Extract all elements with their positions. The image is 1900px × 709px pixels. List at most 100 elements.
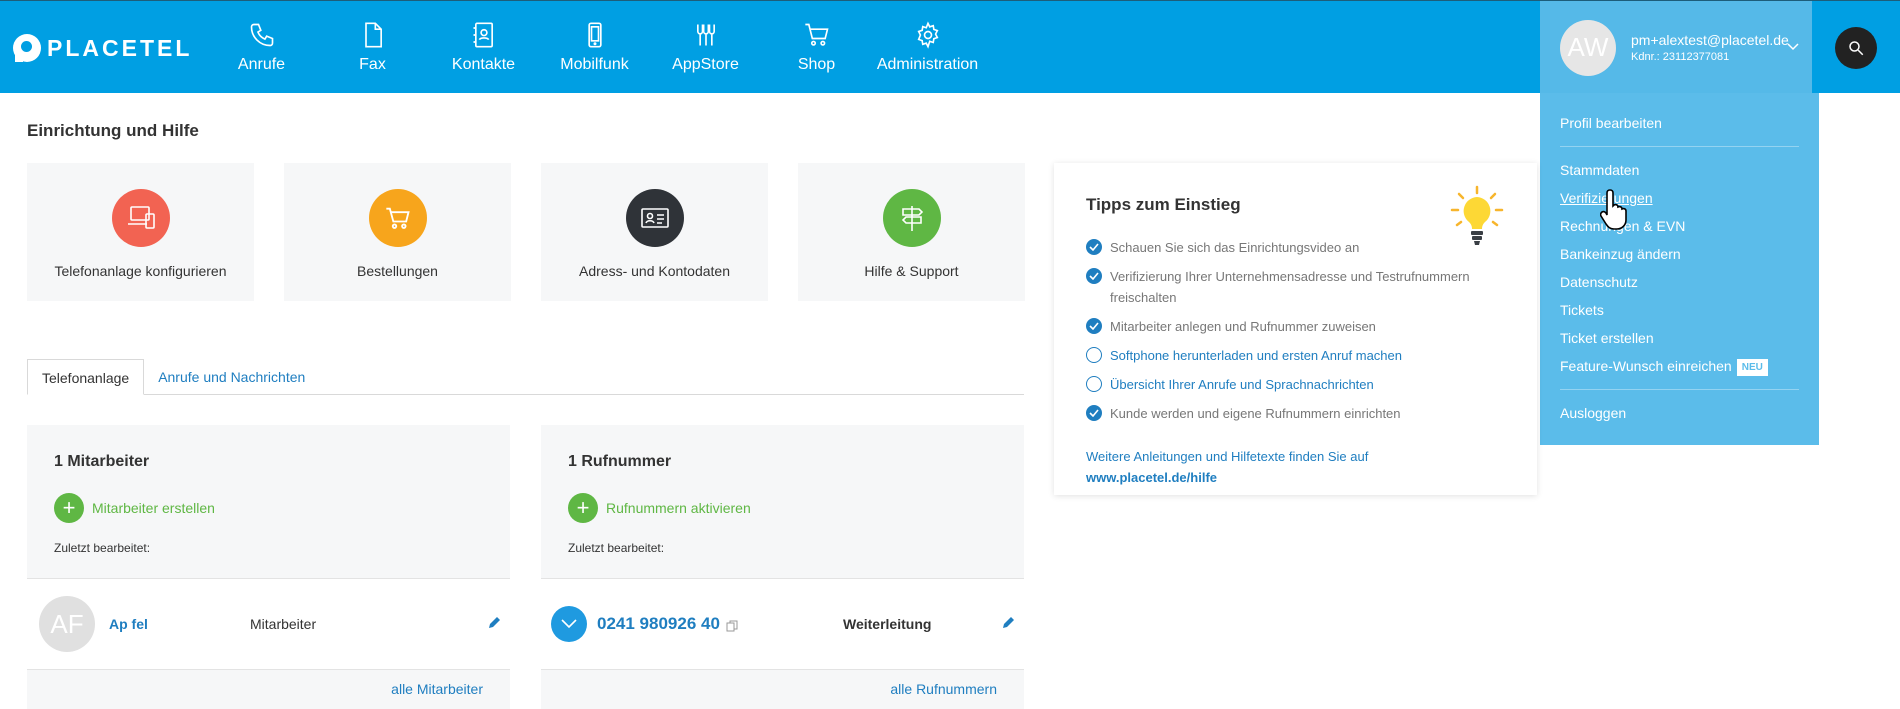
card-telefonanlage-konfigurieren[interactable]: Telefonanlage konfigurieren — [27, 163, 254, 301]
tips-panel: Tipps zum Einstieg Schauen Sie sich das … — [1054, 163, 1537, 495]
tips-footer: Weitere Anleitungen und Hilfetexte finde… — [1086, 446, 1505, 488]
menu-item-rechnungen[interactable]: Rechnungen & EVN — [1560, 212, 1799, 240]
nav-item-fax[interactable]: Fax — [317, 1, 428, 94]
gear-icon — [917, 21, 938, 49]
nav-label: Fax — [359, 56, 386, 73]
card-label: Hilfe & Support — [864, 263, 959, 279]
menu-item-bankeinzug[interactable]: Bankeinzug ändern — [1560, 240, 1799, 268]
logo-text: PLACETEL — [47, 34, 193, 61]
recently-edited-label: Zuletzt bearbeitet: — [54, 541, 151, 555]
tips-title: Tipps zum Einstieg — [1086, 195, 1241, 214]
card-adress-kontodaten[interactable]: Adress- und Kontodaten — [541, 163, 768, 301]
employees-panel: 1 Mitarbeiter + Mitarbeiter erstellen Zu… — [27, 425, 510, 709]
pencil-icon[interactable] — [1000, 615, 1016, 631]
tip-item: Schauen Sie sich das Einrichtungsvideo a… — [1086, 237, 1505, 258]
logo-mark-icon — [13, 34, 41, 62]
check-circle-icon — [1086, 405, 1102, 421]
setup-cards: Telefonanlage konfigurieren Bestellungen… — [27, 163, 1025, 301]
forwarding-icon — [551, 606, 587, 642]
user-dropdown-menu: Profil bearbeiten Stammdaten Verifizieru… — [1540, 93, 1819, 445]
tab-anrufe-nachrichten[interactable]: Anrufe und Nachrichten — [144, 359, 319, 395]
tip-item-link[interactable]: Softphone herunterladen und ersten Anruf… — [1086, 345, 1505, 366]
cart-icon — [368, 189, 427, 247]
nav-item-appstore[interactable]: AppStore — [650, 1, 761, 94]
nav-label: AppStore — [672, 56, 739, 73]
activate-numbers-label: Rufnummern aktivieren — [606, 500, 751, 516]
menu-item-profil-bearbeiten[interactable]: Profil bearbeiten — [1560, 109, 1799, 137]
number-row: 0241 980926 40 Weiterleitung — [541, 578, 1024, 670]
search-icon — [1849, 41, 1864, 56]
check-circle-icon — [1086, 268, 1102, 284]
placetel-logo[interactable]: PLACETEL — [13, 34, 192, 62]
numbers-count-title: 1 Rufnummer — [568, 453, 672, 470]
menu-item-tickets[interactable]: Tickets — [1560, 296, 1799, 324]
nav-item-anrufe[interactable]: Anrufe — [206, 1, 317, 94]
menu-item-stammdaten[interactable]: Stammdaten — [1560, 156, 1799, 184]
lightbulb-icon — [1450, 185, 1504, 245]
nav-item-kontakte[interactable]: Kontakte — [428, 1, 539, 94]
plus-icon: + — [568, 493, 598, 523]
tab-telefonanlage[interactable]: Telefonanlage — [27, 359, 145, 395]
menu-item-ausloggen[interactable]: Ausloggen — [1560, 399, 1799, 427]
user-menu-toggle[interactable]: AW pm+alextest@placetel.de Kdnr.: 231123… — [1540, 1, 1812, 94]
employee-role: Mitarbeiter — [250, 616, 317, 632]
all-employees-link[interactable]: alle Mitarbeiter — [391, 681, 483, 697]
card-label: Bestellungen — [357, 263, 438, 279]
employee-avatar: AF — [39, 596, 95, 652]
tip-text: Übersicht Ihrer Anrufe und Sprachnachric… — [1110, 377, 1374, 392]
copy-icon[interactable] — [726, 620, 738, 632]
card-label: Telefonanlage konfigurieren — [54, 263, 227, 279]
setup-section-title: Einrichtung und Hilfe — [27, 121, 199, 140]
card-hilfe-support[interactable]: Hilfe & Support — [798, 163, 1025, 301]
empty-circle-icon — [1086, 347, 1102, 363]
number-type: Weiterleitung — [843, 616, 932, 632]
tip-text: Kunde werden und eigene Rufnummern einri… — [1110, 406, 1401, 421]
nav-label: Shop — [797, 56, 836, 73]
tip-text: Verifizierung Ihrer Unternehmensadresse … — [1110, 269, 1470, 305]
appstore-icon — [696, 24, 715, 46]
check-circle-icon — [1086, 239, 1102, 255]
tip-text: Softphone herunterladen und ersten Anruf… — [1110, 348, 1402, 363]
tip-item-link[interactable]: Übersicht Ihrer Anrufe und Sprachnachric… — [1086, 374, 1505, 395]
main-nav: Anrufe Fax Kontakte Mobilfunk AppStore S… — [206, 1, 983, 94]
mobile-icon — [587, 22, 602, 48]
menu-divider — [1560, 389, 1799, 390]
nav-item-shop[interactable]: Shop — [761, 1, 872, 94]
hand-cursor-icon — [1600, 189, 1627, 230]
nav-label: Mobilfunk — [560, 56, 629, 73]
nav-item-mobilfunk[interactable]: Mobilfunk — [539, 1, 650, 94]
menu-item-verifizierungen[interactable]: Verifizierungen — [1560, 184, 1799, 212]
nav-item-administration[interactable]: Administration — [872, 1, 983, 94]
plus-icon: + — [54, 493, 84, 523]
create-employee-label: Mitarbeiter erstellen — [92, 500, 215, 516]
tip-text: Schauen Sie sich das Einrichtungsvideo a… — [1110, 240, 1360, 255]
nav-label: Kontakte — [451, 56, 516, 73]
employee-row: AF Ap fel Mitarbeiter — [27, 578, 510, 670]
menu-item-label: Feature-Wunsch einreichen — [1560, 358, 1732, 374]
check-circle-icon — [1086, 318, 1102, 334]
all-numbers-link[interactable]: alle Rufnummern — [890, 681, 997, 697]
employees-count-title: 1 Mitarbeiter — [54, 453, 150, 470]
create-employee-button[interactable]: + Mitarbeiter erstellen — [54, 493, 483, 523]
signpost-icon — [882, 189, 941, 247]
id-card-icon — [625, 189, 684, 247]
activate-numbers-button[interactable]: + Rufnummern aktivieren — [568, 493, 997, 523]
menu-item-feature-wunsch[interactable]: Feature-Wunsch einreichen NEU — [1560, 352, 1799, 380]
pencil-icon[interactable] — [486, 615, 502, 631]
menu-item-datenschutz[interactable]: Datenschutz — [1560, 268, 1799, 296]
menu-item-ticket-erstellen[interactable]: Ticket erstellen — [1560, 324, 1799, 352]
search-button[interactable] — [1835, 27, 1877, 69]
new-badge: NEU — [1736, 358, 1768, 376]
tabs-bar: Telefonanlage Anrufe und Nachrichten — [27, 359, 1024, 395]
fax-icon — [364, 22, 382, 48]
employee-name-link[interactable]: Ap fel — [109, 616, 250, 632]
tip-text: Mitarbeiter anlegen und Rufnummer zuweis… — [1110, 319, 1376, 334]
numbers-panel: 1 Rufnummer + Rufnummern aktivieren Zule… — [541, 425, 1024, 709]
empty-circle-icon — [1086, 376, 1102, 392]
nav-label: Anrufe — [237, 56, 286, 73]
cart-icon — [804, 23, 829, 46]
help-link[interactable]: www.placetel.de/hilfe — [1086, 470, 1217, 485]
phone-number-link[interactable]: 0241 980926 40 — [597, 614, 720, 634]
card-bestellungen[interactable]: Bestellungen — [284, 163, 511, 301]
tip-item: Mitarbeiter anlegen und Rufnummer zuweis… — [1086, 316, 1505, 337]
